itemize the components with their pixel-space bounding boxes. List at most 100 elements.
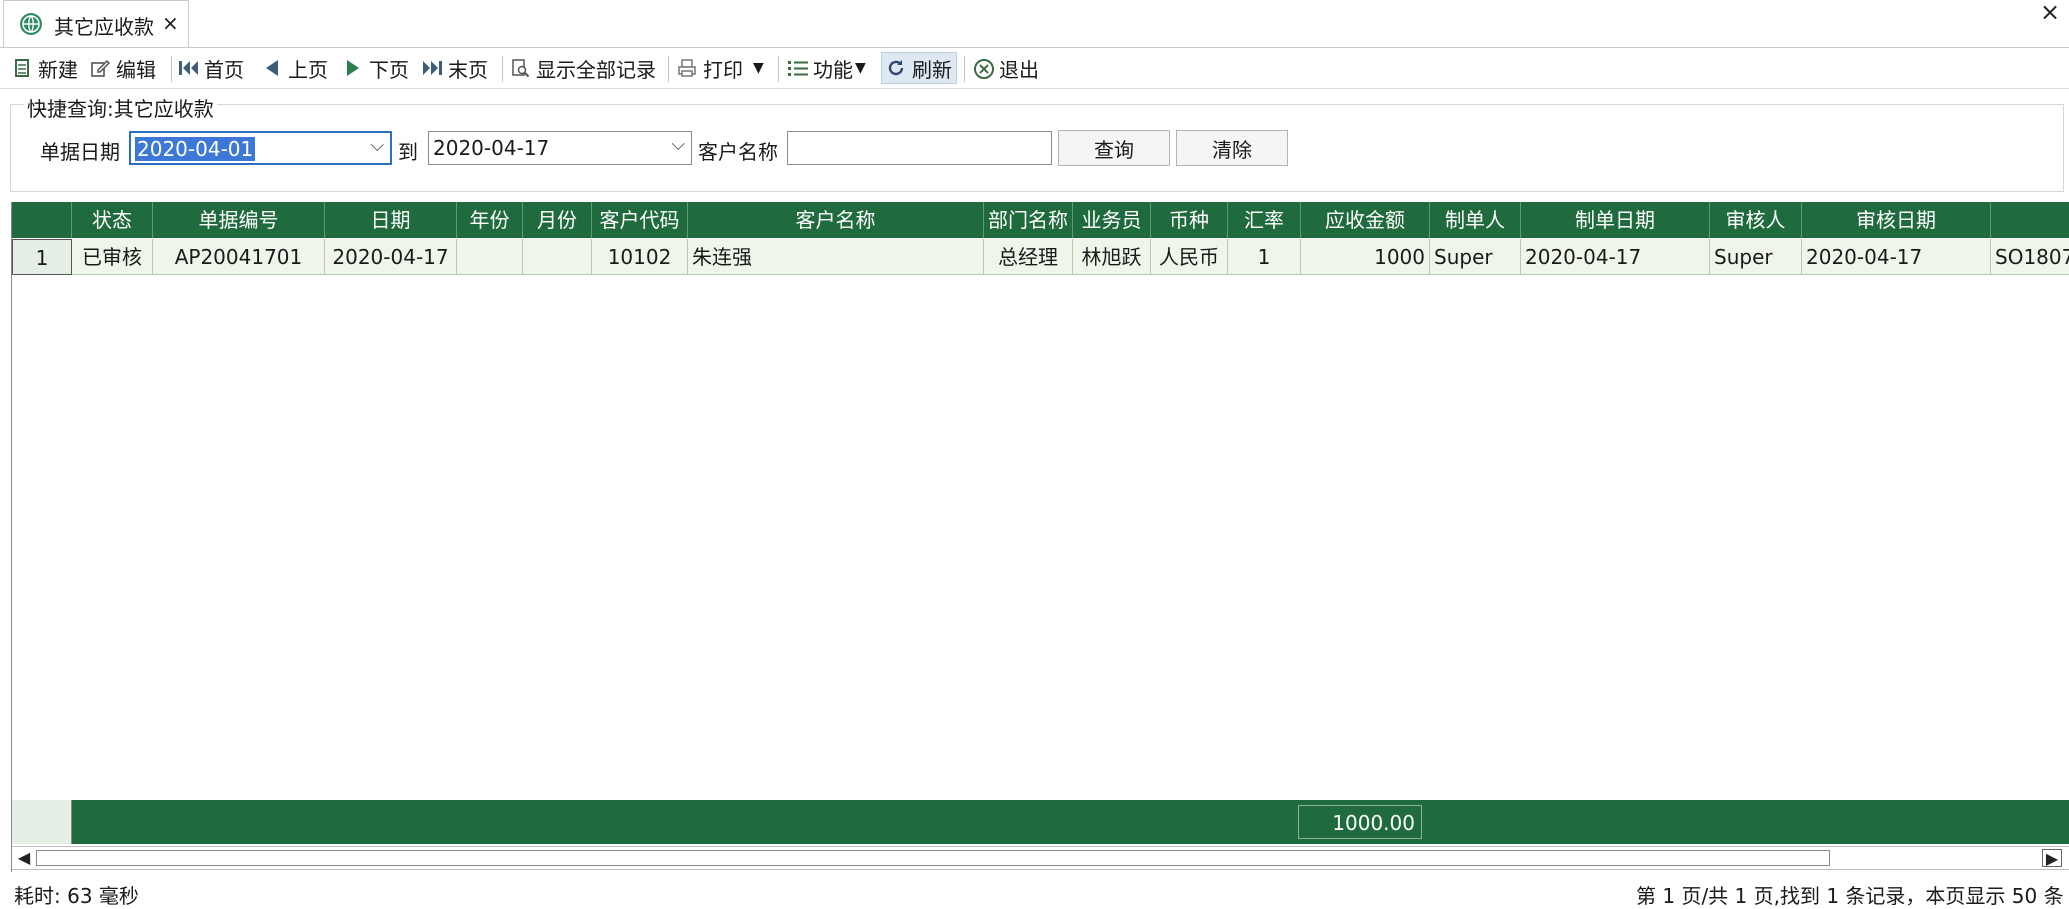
cell-exchange-rate[interactable]: 1 bbox=[1228, 239, 1301, 275]
globe-icon bbox=[20, 13, 42, 35]
cell-reviewer[interactable]: Super bbox=[1710, 239, 1802, 275]
last-page-icon bbox=[422, 58, 442, 78]
print-label: 打印 bbox=[703, 57, 743, 82]
cell-status[interactable]: 已审核 bbox=[72, 239, 153, 275]
cell-created-date[interactable]: 2020-04-17 bbox=[1521, 239, 1710, 275]
print-dropdown-icon[interactable]: ▼ bbox=[753, 60, 764, 76]
to-label: 到 bbox=[398, 140, 418, 164]
edit-icon bbox=[90, 58, 111, 78]
first-page-icon bbox=[178, 58, 198, 78]
column-header-date[interactable]: 日期 bbox=[325, 202, 457, 238]
footer-corner bbox=[12, 800, 72, 844]
column-header-exchange-rate[interactable]: 汇率 bbox=[1228, 202, 1301, 238]
search-document-icon bbox=[510, 58, 530, 78]
cell-reviewed-date[interactable]: 2020-04-17 bbox=[1802, 239, 1991, 275]
cell-customer-code[interactable]: 10102 bbox=[592, 239, 688, 275]
new-label: 新建 bbox=[38, 57, 78, 82]
show-all-records-label: 显示全部记录 bbox=[536, 57, 656, 82]
column-header-currency[interactable]: 币种 bbox=[1151, 202, 1228, 238]
refresh-label: 刷新 bbox=[912, 57, 952, 82]
column-header-doc-number[interactable]: 单据编号 bbox=[153, 202, 325, 238]
functions-dropdown-icon: ▼ bbox=[855, 60, 866, 76]
column-header-reviewed-date[interactable]: 审核日期 bbox=[1802, 202, 1991, 238]
tab-label: 其它应收款 bbox=[54, 15, 154, 39]
column-header-contract[interactable]: 合同 bbox=[1991, 202, 2069, 238]
scrollbar-thumb[interactable] bbox=[36, 850, 1830, 866]
data-grid: 状态 单据编号 日期 年份 月份 客户代码 客户名称 部门名称 业务员 币种 汇率 应收金额 制单人 制单… bbox=[11, 202, 2069, 872]
exit-button[interactable]: 退出 bbox=[973, 52, 1039, 84]
column-header-reviewer[interactable]: 审核人 bbox=[1710, 202, 1802, 238]
toolbar: 新建 编辑 首页 上页 下页 末页 显示全部记录 打印 ▼ 功能 ▼ 刷新 退出 bbox=[0, 48, 2069, 89]
new-document-icon bbox=[12, 58, 32, 78]
date-from-picker[interactable]: 2020-04-01 ⌵ bbox=[129, 131, 392, 165]
show-all-records-button[interactable]: 显示全部记录 bbox=[510, 52, 656, 84]
prev-page-label: 上页 bbox=[288, 57, 328, 82]
grid-footer-summary: 1000.00 bbox=[12, 800, 2069, 844]
list-icon bbox=[787, 58, 808, 78]
cell-doc-number[interactable]: AP20041701 bbox=[153, 239, 325, 275]
column-header-customer-code[interactable]: 客户代码 bbox=[592, 202, 688, 238]
date-to-picker[interactable]: 2020-04-17 ⌵ bbox=[428, 131, 692, 165]
scroll-right-arrow-icon[interactable]: ▶ bbox=[2042, 849, 2062, 868]
column-header-status[interactable]: 状态 bbox=[72, 202, 153, 238]
cell-department[interactable]: 总经理 bbox=[984, 239, 1073, 275]
grid-header: 状态 单据编号 日期 年份 月份 客户代码 客户名称 部门名称 业务员 币种 汇率 应收金额 制单人 制单… bbox=[12, 202, 2069, 238]
refresh-icon bbox=[886, 58, 906, 78]
column-header-rownum[interactable] bbox=[12, 202, 72, 238]
column-header-creator[interactable]: 制单人 bbox=[1430, 202, 1521, 238]
next-page-button[interactable]: 下页 bbox=[343, 52, 409, 84]
window-close-icon[interactable]: × bbox=[2040, 0, 2060, 26]
prev-page-icon bbox=[262, 58, 282, 78]
cell-receivable-amount[interactable]: 1000 bbox=[1301, 239, 1430, 275]
amount-total: 1000.00 bbox=[1298, 805, 1422, 839]
edit-label: 编辑 bbox=[116, 57, 156, 82]
edit-button[interactable]: 编辑 bbox=[90, 52, 156, 84]
column-header-year[interactable]: 年份 bbox=[457, 202, 523, 238]
cell-salesperson[interactable]: 林旭跃 bbox=[1073, 239, 1151, 275]
exit-circle-x-icon bbox=[973, 58, 994, 79]
clear-button[interactable]: 清除 bbox=[1176, 130, 1288, 166]
customer-name-input[interactable] bbox=[787, 131, 1052, 165]
scroll-left-arrow-icon[interactable]: ◀ bbox=[14, 849, 34, 867]
column-header-created-date[interactable]: 制单日期 bbox=[1521, 202, 1710, 238]
cell-currency[interactable]: 人民币 bbox=[1151, 239, 1228, 275]
column-header-receivable-amount[interactable]: 应收金额 bbox=[1301, 202, 1430, 238]
toolbar-separator bbox=[668, 56, 669, 82]
cell-year[interactable] bbox=[457, 239, 523, 275]
next-page-icon bbox=[343, 58, 363, 78]
date-from-value: 2020-04-01 bbox=[135, 137, 256, 161]
document-date-label: 单据日期 bbox=[40, 140, 120, 164]
horizontal-scrollbar[interactable]: ◀ ▶ bbox=[12, 846, 2069, 870]
cell-contract[interactable]: SO18070 bbox=[1991, 239, 2069, 275]
chevron-down-icon[interactable]: ⌵ bbox=[370, 135, 384, 156]
toolbar-separator bbox=[502, 56, 503, 82]
first-page-button[interactable]: 首页 bbox=[178, 52, 244, 84]
query-button[interactable]: 查询 bbox=[1058, 130, 1170, 166]
last-page-button[interactable]: 末页 bbox=[422, 52, 488, 84]
column-header-customer-name[interactable]: 客户名称 bbox=[688, 202, 984, 238]
refresh-button[interactable]: 刷新 bbox=[881, 52, 957, 84]
paging-status: 第 1 页/共 1 页,找到 1 条记录，本页显示 50 条 bbox=[1636, 884, 2064, 908]
cell-rownum[interactable]: 1 bbox=[12, 239, 72, 275]
column-header-salesperson[interactable]: 业务员 bbox=[1073, 202, 1151, 238]
cell-date[interactable]: 2020-04-17 bbox=[325, 239, 457, 275]
last-page-label: 末页 bbox=[448, 57, 488, 82]
column-header-department[interactable]: 部门名称 bbox=[984, 202, 1073, 238]
exit-label: 退出 bbox=[999, 57, 1039, 82]
tab-other-receivables[interactable]: 其它应收款 × bbox=[3, 0, 189, 47]
print-button[interactable]: 打印 ▼ bbox=[677, 52, 764, 84]
printer-icon bbox=[677, 58, 697, 78]
elapsed-time-status: 耗时: 63 毫秒 bbox=[14, 884, 139, 908]
chevron-down-icon[interactable]: ⌵ bbox=[671, 134, 685, 155]
column-header-month[interactable]: 月份 bbox=[523, 202, 592, 238]
table-row[interactable]: 1 已审核 AP20041701 2020-04-17 10102 朱连强 总经理 林旭跃 人民… bbox=[12, 239, 2069, 275]
prev-page-button[interactable]: 上页 bbox=[262, 52, 328, 84]
cell-customer-name[interactable]: 朱连强 bbox=[688, 239, 984, 275]
toolbar-separator bbox=[171, 56, 172, 82]
cell-month[interactable] bbox=[523, 239, 592, 275]
cell-creator[interactable]: Super bbox=[1430, 239, 1521, 275]
functions-menu-button[interactable]: 功能 ▼ bbox=[787, 52, 866, 84]
new-button[interactable]: 新建 bbox=[12, 52, 78, 84]
tab-bar: 其它应收款 × × bbox=[0, 0, 2069, 48]
tab-close-icon[interactable]: × bbox=[162, 11, 179, 35]
